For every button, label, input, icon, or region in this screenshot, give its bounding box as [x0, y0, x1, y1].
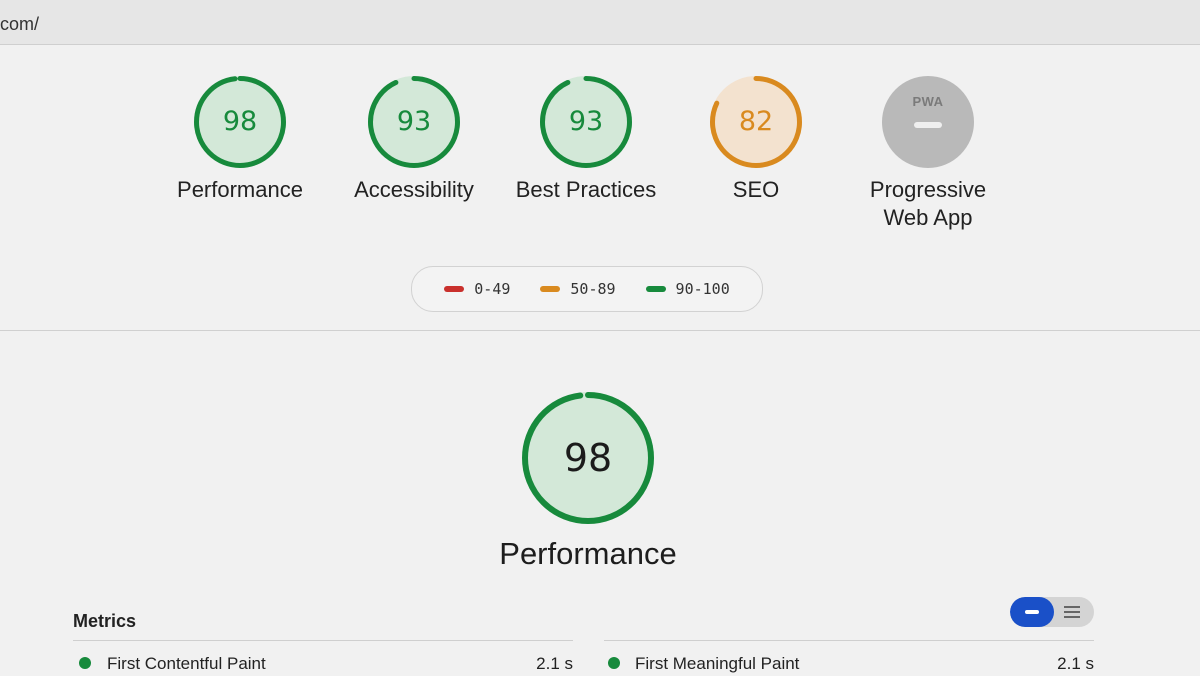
pwa-icon: PWA [912, 94, 944, 109]
score-value: 98 [222, 106, 258, 137]
score-legend: 0-49 50-89 90-100 [411, 266, 763, 312]
expanded-view-icon [1064, 606, 1080, 608]
url-text: com/ [0, 14, 40, 34]
score-ring: 93 [368, 76, 460, 168]
metric-value: 2.1 s [536, 654, 573, 673]
metric-value: 2.1 s [1057, 654, 1094, 673]
legend-item-fail: 0-49 [444, 280, 510, 298]
gauge-accessibility[interactable]: 93 Accessibility [319, 76, 509, 204]
score-value: 98 [563, 436, 613, 480]
legend-swatch [444, 286, 465, 292]
legend-swatch [540, 286, 561, 292]
gauge-pwa[interactable]: PWA Progressive Web App [833, 76, 1023, 232]
metrics-heading: Metrics [73, 611, 137, 631]
address-bar[interactable]: com/ [0, 0, 1200, 45]
section-title: Performance [499, 536, 677, 571]
section-divider [0, 330, 1200, 331]
gauge-label: SEO [732, 177, 780, 202]
performance-gauge-large: 98 Performance [458, 392, 718, 572]
metrics-view-toggle[interactable] [1010, 597, 1094, 627]
metrics-divider [73, 640, 573, 641]
metric-name: First Meaningful Paint [635, 654, 800, 673]
pass-indicator-icon [608, 657, 620, 669]
gauge-label-line1: Progressive [869, 177, 987, 202]
metrics-divider [604, 640, 1094, 641]
gauge-label: Accessibility [354, 177, 474, 202]
score-ring: 98 [194, 76, 286, 168]
score-ring: 93 [540, 76, 632, 168]
gauge-label: Progressive Web App [833, 176, 1023, 232]
expanded-view-icon [1064, 611, 1080, 613]
score-ring: 98 [522, 392, 654, 524]
pass-indicator-icon [79, 657, 91, 669]
legend-item-pass: 90-100 [645, 280, 730, 298]
pwa-badge: PWA [882, 76, 974, 168]
legend-range: 90-100 [675, 280, 730, 298]
dash-icon [914, 122, 942, 128]
legend-swatch [645, 286, 666, 292]
score-ring: 82 [710, 76, 802, 168]
gauge-performance[interactable]: 98 Performance [145, 76, 335, 204]
gauge-label: Best Practices [515, 177, 657, 202]
metric-row: First Meaningful Paint 2.1 s [604, 652, 1094, 676]
legend-item-average: 50-89 [540, 280, 616, 298]
compact-view-icon [1025, 610, 1039, 614]
score-value: 93 [568, 106, 604, 137]
gauge-best-practices[interactable]: 93 Best Practices [491, 76, 681, 204]
expanded-view-icon [1064, 616, 1080, 618]
gauge-label-line2: Web App [883, 205, 973, 230]
score-value: 93 [396, 106, 432, 137]
legend-range: 50-89 [570, 280, 616, 298]
legend-range: 0-49 [474, 280, 511, 298]
gauge-label: Performance [177, 177, 303, 202]
compact-view-button[interactable] [1010, 597, 1054, 627]
score-value: 82 [738, 106, 774, 137]
metric-name: First Contentful Paint [107, 654, 266, 673]
gauge-seo[interactable]: 82 SEO [661, 76, 851, 204]
metric-row: First Contentful Paint 2.1 s [73, 652, 573, 676]
